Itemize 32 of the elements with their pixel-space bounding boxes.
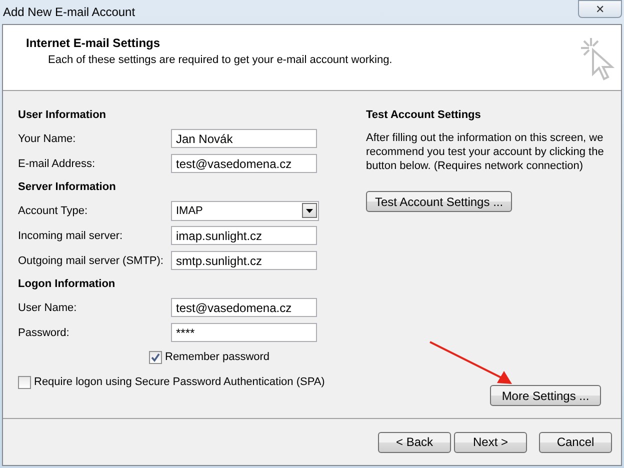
input-field[interactable]: Jan Novák: [171, 129, 317, 148]
section-heading: User Information: [18, 108, 108, 123]
field-label: Account Type:: [18, 204, 89, 216]
field-label: Password:: [18, 326, 70, 338]
input-field[interactable]: test@vasedomena.cz: [171, 154, 317, 173]
field-label: User Name:: [18, 302, 78, 314]
test-description: After filling out the information on this screen, we recommend you test your account by clicking the button below. (Requires network connection): [366, 131, 605, 173]
cancel-button[interactable]: Cancel: [539, 432, 612, 452]
input-field[interactable]: imap.sunlight.cz: [171, 226, 317, 245]
section-heading: Logon Information: [18, 277, 116, 292]
header-title: Internet E-mail Settings: [26, 36, 162, 50]
field-label: E-mail Address:: [18, 158, 96, 170]
section-heading: Test Account Settings: [366, 108, 482, 123]
input-field[interactable]: test@vasedomena.cz: [171, 298, 317, 317]
password-field[interactable]: ****: [171, 323, 317, 342]
input-field[interactable]: smtp.sunlight.cz: [171, 251, 317, 270]
field-label: Incoming mail server:: [18, 230, 124, 242]
window-title: Add New E-mail Account: [3, 5, 136, 19]
field-label: Outgoing mail server (SMTP):: [18, 254, 164, 266]
checkbox-label: Require logon using Secure Password Authentication (SPA): [34, 376, 325, 388]
checkbox[interactable]: [18, 376, 31, 388]
account-type-dropdown[interactable]: IMAP: [171, 200, 319, 220]
field-label: Your Name:: [18, 132, 77, 144]
back-button[interactable]: < Back: [378, 432, 451, 452]
header-subtitle: Each of these settings are required to get your e-mail account working.: [48, 54, 392, 66]
section-heading: Server Information: [18, 180, 117, 195]
test-account-settings-button[interactable]: Test Account Settings ...: [366, 191, 512, 212]
checkbox-label: Remember password: [165, 351, 270, 363]
close-button[interactable]: ✕: [578, 0, 622, 18]
next-button[interactable]: Next >: [454, 432, 527, 452]
more-settings-button[interactable]: More Settings ...: [490, 385, 601, 406]
checkbox[interactable]: [149, 350, 162, 364]
